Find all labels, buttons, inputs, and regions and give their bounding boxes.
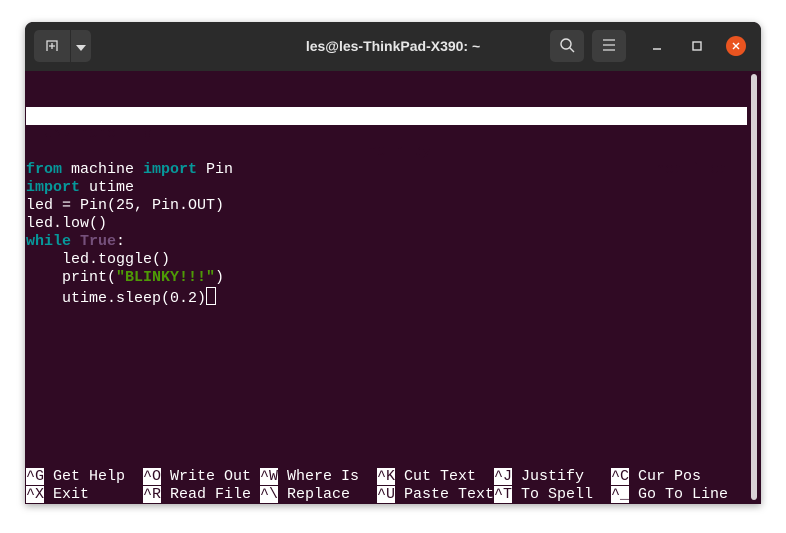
code-token: Pin [197, 161, 234, 178]
shortcut-key: ^G [26, 468, 45, 485]
shortcut-label: Replace [287, 486, 351, 503]
shortcut-key: ^X [26, 486, 45, 503]
code-line: led.toggle() [26, 251, 747, 269]
code-token: led = Pin(25, Pin.OUT) [26, 197, 225, 214]
shortcut-item[interactable]: ^T To Spell [494, 486, 593, 504]
menu-button[interactable] [592, 30, 626, 62]
code-line: led.low() [26, 215, 747, 233]
shortcut-label: Exit [53, 486, 90, 503]
code-token: print( [26, 269, 117, 286]
shortcut-key: ^O [143, 468, 162, 485]
shortcut-item[interactable]: ^W Where Is [260, 468, 359, 486]
code-line: from machine import Pin [26, 161, 747, 179]
minimize-button[interactable] [647, 36, 667, 56]
code-token: while [26, 233, 72, 250]
terminal-content[interactable]: GNU nano 4.8 main.py Modified from machi… [26, 71, 747, 504]
code-line: while True: [26, 233, 747, 251]
hamburger-icon [603, 38, 615, 54]
code-token: import [143, 161, 198, 178]
shortcut-item[interactable]: ^J Justify [494, 468, 584, 486]
title-bar: les@les-ThinkPad-X390: ~ [25, 22, 761, 71]
code-token: "BLINKY!!!" [116, 269, 216, 286]
shortcut-item[interactable]: ^C Cur Pos [611, 468, 701, 486]
shortcut-label: Cur Pos [638, 468, 702, 485]
shortcut-key: ^J [494, 468, 513, 485]
shortcut-label: Paste Text [404, 486, 495, 503]
shortcut-item[interactable]: ^K Cut Text [377, 468, 476, 486]
shortcut-key: ^U [377, 486, 396, 503]
shortcut-item[interactable]: ^\ Replace [260, 486, 350, 504]
shortcut-key: ^T [494, 486, 513, 503]
code-line: print("BLINKY!!!") [26, 269, 747, 287]
shortcut-key: ^R [143, 486, 162, 503]
code-editor[interactable]: from machine import Pinimport utimeled =… [26, 161, 747, 307]
scrollbar[interactable] [751, 74, 757, 500]
text-cursor [206, 287, 217, 305]
code-line: utime.sleep(0.2) [26, 287, 747, 307]
search-icon [559, 37, 575, 56]
minimize-icon [652, 39, 662, 54]
shortcut-label: Write Out [170, 468, 252, 485]
shortcut-item[interactable]: ^_ Go To Line [611, 486, 728, 504]
code-token: led.low() [26, 215, 108, 232]
shortcut-label: Cut Text [404, 468, 477, 485]
search-button[interactable] [550, 30, 584, 62]
maximize-icon [692, 39, 702, 54]
shortcut-item[interactable]: ^X Exit [26, 486, 89, 504]
shortcut-key: ^K [377, 468, 396, 485]
code-token: : [116, 233, 126, 250]
nano-header: GNU nano 4.8 main.py Modified [26, 107, 747, 178]
shortcut-label: To Spell [521, 486, 594, 503]
shortcut-row: ^X Exit ^R Read File ^\ Replace ^U Paste Te… [26, 486, 747, 504]
shortcut-item[interactable]: ^U Paste Text [377, 486, 494, 504]
code-token: led.toggle() [26, 251, 171, 268]
shortcut-label: Read File [170, 486, 252, 503]
code-token: True [80, 233, 117, 250]
code-token: utime.sleep(0.2) [26, 290, 207, 307]
code-line: led = Pin(25, Pin.OUT) [26, 197, 747, 215]
shortcut-key: ^C [611, 468, 630, 485]
close-icon [731, 39, 741, 54]
code-token: utime [80, 179, 135, 196]
shortcut-key: ^_ [611, 486, 630, 503]
code-line: import utime [26, 179, 747, 197]
modified-status: Modified [656, 161, 729, 178]
close-button[interactable] [726, 36, 746, 56]
nano-version: GNU nano 4.8 [44, 125, 153, 142]
shortcut-bar: ^G Get Help ^O Write Out ^W Where Is ^K Cut… [26, 468, 747, 504]
shortcut-item[interactable]: ^G Get Help [26, 468, 125, 486]
code-token: ) [215, 269, 225, 286]
shortcut-item[interactable]: ^R Read File [143, 486, 251, 504]
maximize-button[interactable] [687, 36, 707, 56]
shortcut-label: Where Is [287, 468, 360, 485]
shortcut-row: ^G Get Help ^O Write Out ^W Where Is ^K Cut… [26, 468, 747, 486]
shortcut-key: ^W [260, 468, 279, 485]
filename: main.py [368, 143, 432, 160]
shortcut-label: Justify [521, 468, 585, 485]
shortcut-label: Go To Line [638, 486, 729, 503]
shortcut-item[interactable]: ^O Write Out [143, 468, 251, 486]
shortcut-key: ^\ [260, 486, 279, 503]
shortcut-label: Get Help [53, 468, 126, 485]
terminal-window: les@les-ThinkPad-X390: ~ GNU nano 4.8 ma… [25, 22, 761, 504]
